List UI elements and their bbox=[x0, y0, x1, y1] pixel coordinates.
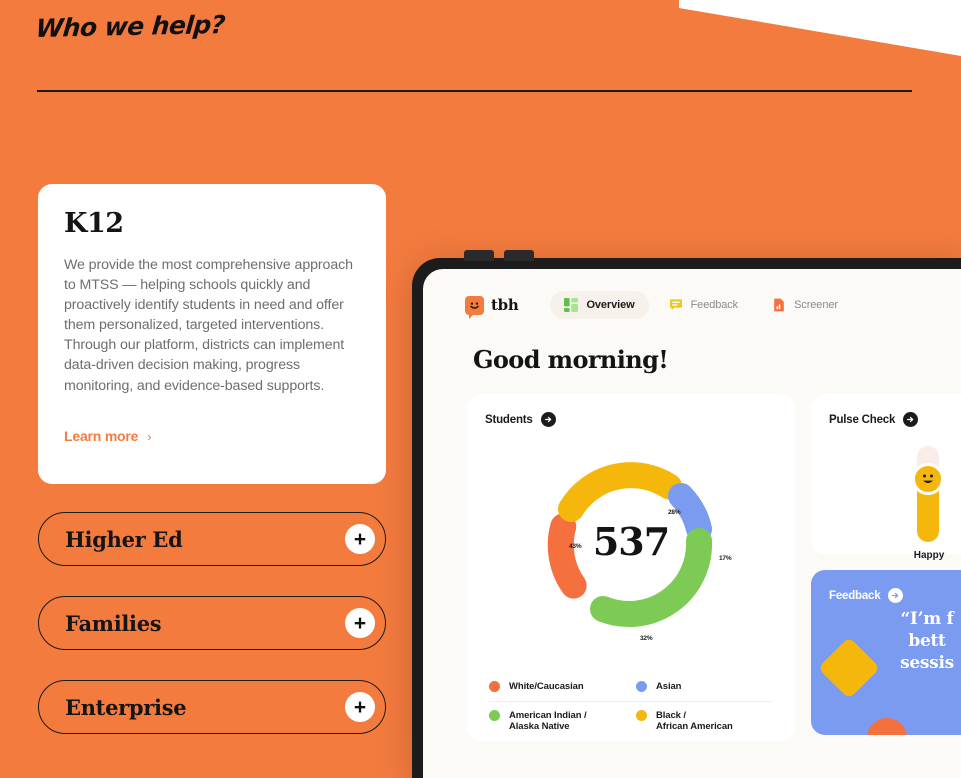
students-card-header: Students bbox=[485, 412, 777, 427]
students-donut-chart: 537 28% 17% 32% 43% bbox=[485, 433, 777, 665]
mood-slider[interactable] bbox=[912, 446, 944, 542]
volume-up-button bbox=[464, 250, 494, 261]
chevron-right-icon: › bbox=[147, 428, 152, 444]
legend-item-american-indian: American Indian / Alaska Native bbox=[489, 709, 626, 733]
feedback-card: Feedback “I’m f bett sessis bbox=[811, 570, 961, 735]
legend-label-line2: Alaska Native bbox=[509, 721, 570, 732]
arrow-right-circle-icon[interactable] bbox=[540, 412, 556, 427]
legend-label: American Indian / bbox=[509, 709, 587, 721]
legend-swatch bbox=[636, 709, 647, 721]
donut-label-black: 28% bbox=[668, 509, 681, 516]
plus-icon[interactable]: + bbox=[345, 608, 375, 638]
feedback-quote-line2: bett bbox=[908, 631, 946, 651]
header-divider bbox=[37, 90, 912, 92]
document-chart-icon bbox=[772, 298, 786, 312]
legend-label-wrap: Black / African American bbox=[656, 710, 733, 733]
volume-down-button bbox=[504, 250, 534, 261]
donut-center-value: 537 bbox=[592, 519, 670, 564]
audience-accordion: Higher Ed + Families + Enterprise + bbox=[38, 512, 386, 764]
accordion-item-enterprise[interactable]: Enterprise + bbox=[38, 680, 386, 734]
legend-row: American Indian / Alaska Native Black / … bbox=[489, 700, 773, 741]
legend-label: Black / bbox=[656, 709, 686, 721]
legend-label: White/Caucasian bbox=[509, 681, 584, 692]
feedback-quote-line3: sessis bbox=[900, 653, 954, 673]
dashboard-grid: Students 537 28% 17% 32% 43% White/Cauca… bbox=[423, 374, 961, 741]
legend-row: White/Caucasian Asian bbox=[489, 673, 773, 701]
tab-overview[interactable]: Overview bbox=[550, 291, 649, 319]
tab-screener[interactable]: Screener bbox=[758, 291, 852, 319]
corner-wedge-decoration bbox=[679, 0, 961, 56]
app-navbar: tbh Overview Feedback Screener bbox=[423, 269, 961, 319]
plus-icon[interactable]: + bbox=[345, 692, 375, 722]
feedback-quote-line1: “I’m f bbox=[900, 609, 954, 629]
donut-label-american-indian: 32% bbox=[640, 635, 653, 642]
legend-item-black-african-american: Black / African American bbox=[636, 709, 773, 733]
mood-slider-label: Happy bbox=[913, 550, 945, 561]
learn-more-link[interactable]: Learn more › bbox=[64, 428, 152, 444]
brand-name: tbh bbox=[491, 296, 519, 314]
smiley-speech-bubble-icon bbox=[465, 295, 484, 319]
accordion-label: Enterprise bbox=[65, 694, 187, 720]
legend-item-asian: Asian bbox=[636, 681, 773, 693]
arrow-right-circle-icon[interactable] bbox=[888, 588, 904, 603]
accordion-item-families[interactable]: Families + bbox=[38, 596, 386, 650]
circle-decoration bbox=[867, 718, 907, 735]
plus-icon[interactable]: + bbox=[345, 524, 375, 554]
donut-label-asian: 17% bbox=[719, 555, 732, 562]
legend-item-white-caucasian: White/Caucasian bbox=[489, 681, 626, 693]
legend-label-line2: African American bbox=[656, 721, 733, 732]
accordion-label: Higher Ed bbox=[65, 526, 183, 552]
speech-list-icon bbox=[669, 298, 683, 312]
brand-logo[interactable]: tbh bbox=[465, 295, 519, 319]
tab-label: Screener bbox=[794, 299, 838, 311]
tablet-mockup: tbh Overview Feedback Screener Good morn… bbox=[412, 250, 961, 778]
tab-label: Feedback bbox=[690, 299, 739, 311]
students-card: Students 537 28% 17% 32% 43% White/Cauca… bbox=[467, 394, 795, 741]
legend-swatch bbox=[636, 681, 647, 692]
donut-label-white: 43% bbox=[569, 543, 582, 550]
tab-feedback[interactable]: Feedback bbox=[655, 291, 753, 319]
page-title: Who we help? bbox=[34, 10, 226, 43]
tablet-screen: tbh Overview Feedback Screener Good morn… bbox=[423, 269, 961, 778]
legend-swatch bbox=[489, 681, 500, 692]
k12-card: K12 We provide the most comprehensive ap… bbox=[38, 184, 386, 484]
legend-swatch bbox=[489, 709, 500, 721]
pulse-check-header: Pulse Check bbox=[829, 412, 961, 427]
k12-description: We provide the most comprehensive approa… bbox=[64, 257, 353, 394]
pulse-check-title: Pulse Check bbox=[829, 413, 896, 426]
dashboard-grid-icon bbox=[564, 298, 579, 312]
legend-label-wrap: American Indian / Alaska Native bbox=[509, 710, 587, 733]
dashboard-right-column: Pulse Check Happy Feedback “I’m f bett s… bbox=[811, 394, 961, 741]
donut-legend: White/Caucasian Asian American Indian / bbox=[485, 665, 777, 741]
learn-more-label: Learn more bbox=[64, 428, 139, 444]
k12-title: K12 bbox=[64, 208, 124, 239]
smiley-face-icon[interactable] bbox=[912, 463, 944, 495]
pulse-check-card: Pulse Check Happy bbox=[811, 394, 961, 561]
nav-tabs: Overview Feedback Screener bbox=[550, 291, 851, 319]
feedback-card-title: Feedback bbox=[829, 589, 881, 602]
arrow-right-circle-icon[interactable] bbox=[903, 412, 919, 427]
accordion-label: Families bbox=[65, 610, 162, 636]
accordion-item-higher-ed[interactable]: Higher Ed + bbox=[38, 512, 386, 566]
greeting-heading: Good morning! bbox=[473, 345, 669, 374]
tab-label: Overview bbox=[586, 299, 635, 311]
feedback-card-header: Feedback bbox=[829, 588, 961, 603]
legend-label: Asian bbox=[656, 681, 682, 692]
students-card-title: Students bbox=[485, 413, 533, 426]
